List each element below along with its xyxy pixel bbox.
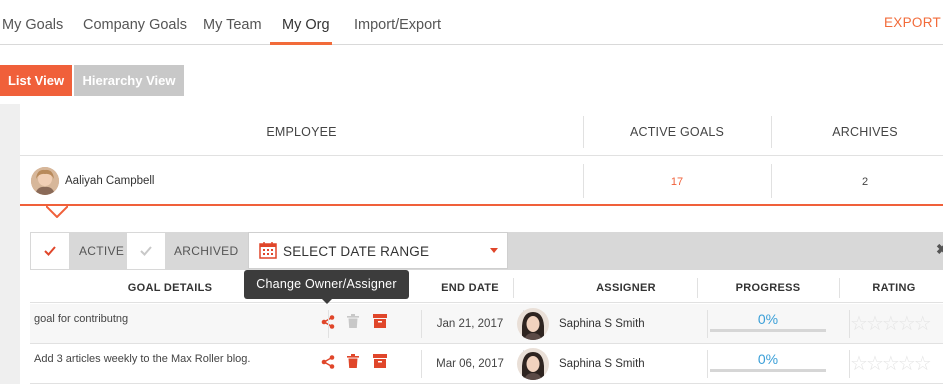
archive-icon[interactable] xyxy=(373,354,387,368)
check-icon xyxy=(140,246,152,256)
calendar-icon xyxy=(259,242,277,259)
progress-value: 0% xyxy=(757,351,779,367)
assigner-name[interactable]: Saphina S Smith xyxy=(559,358,645,370)
divider xyxy=(697,278,698,298)
divider xyxy=(513,278,514,298)
goal-row[interactable]: Add 3 articles weekly to the Max Roller … xyxy=(30,344,943,384)
end-date: Jan 21, 2017 xyxy=(436,318,504,330)
dropdown-arrow-icon xyxy=(490,248,498,253)
expanded-caret-icon xyxy=(45,205,69,219)
active-tab-indicator xyxy=(270,42,332,45)
end-date: Mar 06, 2017 xyxy=(436,358,504,370)
tooltip-arrow xyxy=(322,299,332,304)
active-goals-column-header: ACTIVE GOALS xyxy=(629,125,725,139)
divider xyxy=(583,164,584,198)
employee-name[interactable]: Aaliyah Campbell xyxy=(65,175,155,187)
divider xyxy=(583,116,584,148)
tab-import-export[interactable]: Import/Export xyxy=(354,17,441,33)
close-icon[interactable]: ✖ xyxy=(936,241,943,258)
avatar xyxy=(517,348,549,380)
divider xyxy=(839,278,840,298)
share-icon[interactable] xyxy=(321,355,335,369)
divider xyxy=(707,350,708,378)
rating-column-header: RATING xyxy=(872,282,916,294)
progress-bar xyxy=(710,329,826,332)
trash-icon[interactable] xyxy=(347,354,359,368)
check-icon xyxy=(44,246,56,256)
goal-title[interactable]: goal for contributng xyxy=(34,313,128,325)
org-card: EMPLOYEE ACTIVE GOALS ARCHIVES Aaliyah C… xyxy=(20,104,943,384)
avatar xyxy=(31,167,59,195)
star-icon[interactable]: ☆ xyxy=(914,353,932,375)
avatar xyxy=(517,308,549,340)
employee-row[interactable]: Aaliyah Campbell 17 2 xyxy=(20,156,943,206)
list-view-button[interactable]: List View xyxy=(0,65,72,96)
view-switcher: List View Hierarchy View xyxy=(0,46,943,104)
goal-row[interactable]: goal for contributng Jan 21, 2017 Saphin… xyxy=(30,304,943,344)
tooltip-text: Change Owner/Assigner xyxy=(256,277,397,291)
star-icon[interactable]: ☆ xyxy=(914,313,932,335)
change-owner-tooltip: Change Owner/Assigner xyxy=(244,270,409,304)
goal-title[interactable]: Add 3 articles weekly to the Max Roller … xyxy=(34,353,250,365)
active-checkbox[interactable] xyxy=(31,233,69,269)
archived-filter-label[interactable]: ARCHIVED xyxy=(174,244,238,258)
archives-column-header: ARCHIVES xyxy=(832,125,898,139)
archived-checkbox[interactable] xyxy=(127,233,165,269)
active-filter-label[interactable]: ACTIVE xyxy=(79,244,124,258)
progress-bar xyxy=(710,369,826,372)
top-nav: My Goals Company Goals My Team My Org Im… xyxy=(0,0,943,45)
divider xyxy=(771,164,772,198)
archive-icon[interactable] xyxy=(373,314,387,328)
tab-my-team[interactable]: My Team xyxy=(203,17,262,33)
divider xyxy=(707,310,708,338)
rating-stars[interactable]: ☆☆☆☆☆ xyxy=(850,313,932,335)
content-area: EMPLOYEE ACTIVE GOALS ARCHIVES Aaliyah C… xyxy=(0,104,943,384)
goals-table-header: GOAL DETAILS END DATE ASSIGNER PROGRESS … xyxy=(30,272,943,303)
tab-my-goals[interactable]: My Goals xyxy=(2,17,63,33)
assigner-name[interactable]: Saphina S Smith xyxy=(559,318,645,330)
employee-column-header: EMPLOYEE xyxy=(266,125,337,139)
progress-column-header: PROGRESS xyxy=(735,282,801,294)
progress-value: 0% xyxy=(757,311,779,327)
date-range-select[interactable]: SELECT DATE RANGE xyxy=(248,232,508,269)
rating-stars[interactable]: ☆☆☆☆☆ xyxy=(850,353,932,375)
tab-company-goals[interactable]: Company Goals xyxy=(83,17,187,33)
date-range-label: SELECT DATE RANGE xyxy=(283,244,430,259)
export-button[interactable]: EXPORT G xyxy=(884,15,943,30)
end-date-column-header: END DATE xyxy=(441,282,499,294)
hierarchy-view-button[interactable]: Hierarchy View xyxy=(74,65,184,96)
assigner-column-header: ASSIGNER xyxy=(596,282,656,294)
divider xyxy=(771,116,772,148)
trash-icon[interactable] xyxy=(347,314,359,328)
active-goals-count[interactable]: 17 xyxy=(583,176,771,188)
divider xyxy=(328,310,329,338)
archives-count[interactable]: 2 xyxy=(771,176,943,188)
tab-my-org[interactable]: My Org xyxy=(282,17,330,33)
employee-table-header: EMPLOYEE ACTIVE GOALS ARCHIVES xyxy=(20,104,943,156)
goal-filter-bar: ACTIVE ARCHIVED SELECT DATE RANGE ✖ xyxy=(30,232,943,270)
